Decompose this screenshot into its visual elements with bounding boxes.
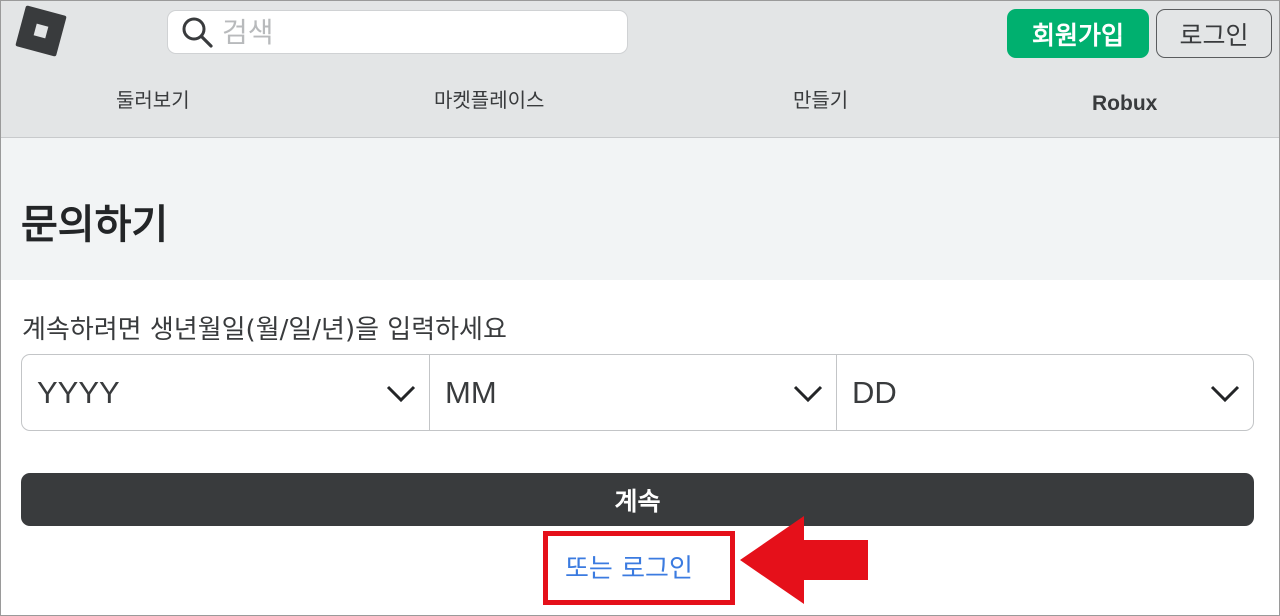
annotation-arrow-icon xyxy=(740,516,868,604)
nav-item-create[interactable]: 만들기 xyxy=(793,84,848,113)
year-select-value: YYYY xyxy=(37,374,120,410)
chevron-down-icon xyxy=(386,385,416,403)
nav-item-discover[interactable]: 둘러보기 xyxy=(116,84,190,113)
page-title: 문의하기 xyxy=(21,202,169,248)
month-select-value: MM xyxy=(445,374,497,410)
top-header: 회원가입 로그인 둘러보기 마켓플레이스 만들기 Robux xyxy=(0,0,1280,138)
main-nav: 둘러보기 마켓플레이스 만들기 Robux xyxy=(0,84,1280,120)
search-icon xyxy=(182,17,213,48)
login-button[interactable]: 로그인 xyxy=(1156,9,1272,58)
month-select[interactable]: MM xyxy=(429,355,836,430)
roblox-logo-icon[interactable] xyxy=(15,5,67,57)
continue-button[interactable]: 계속 xyxy=(21,473,1254,526)
day-select-value: DD xyxy=(852,374,897,410)
day-select[interactable]: DD xyxy=(836,355,1253,430)
nav-item-robux[interactable]: Robux xyxy=(1092,92,1157,116)
search-bar[interactable] xyxy=(167,10,628,54)
search-input[interactable] xyxy=(214,11,627,53)
chevron-down-icon xyxy=(793,385,823,403)
signup-button[interactable]: 회원가입 xyxy=(1007,9,1149,58)
title-section: 문의하기 xyxy=(0,138,1280,280)
or-login-link[interactable]: 또는 로그인 xyxy=(565,548,693,585)
birthdate-prompt: 계속하려면 생년월일(월/일/년)을 입력하세요 xyxy=(22,315,507,345)
year-select[interactable]: YYYY xyxy=(22,355,429,430)
nav-item-marketplace[interactable]: 마켓플레이스 xyxy=(434,84,544,113)
birthdate-selector: YYYY MM DD xyxy=(21,354,1254,431)
chevron-down-icon xyxy=(1210,385,1240,403)
